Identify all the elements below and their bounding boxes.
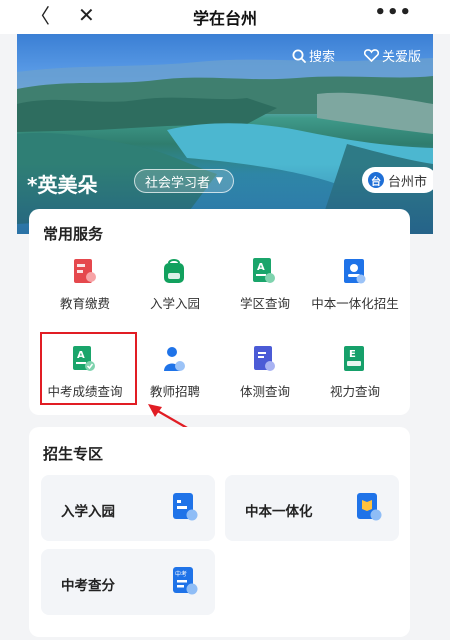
heart-icon xyxy=(363,49,379,62)
service-label: 学区查询 xyxy=(239,296,290,311)
id-card-icon xyxy=(344,259,366,284)
search-label: 搜索 xyxy=(308,50,335,65)
service-vision-query[interactable]: E 视力查询 xyxy=(309,345,401,411)
service-education-payment[interactable]: 教育缴费 xyxy=(39,257,131,323)
tile-zhongben[interactable]: 中本一体化 xyxy=(225,475,399,541)
care-mode-label: 关爱版 xyxy=(381,50,421,65)
zhongkao-score-icon: 中考 xyxy=(173,567,198,595)
city-selector[interactable]: 台 台州市 xyxy=(361,167,433,193)
common-services-title: 常用服务 xyxy=(43,225,104,243)
service-zhongben-enrollment[interactable]: 中本一体化招生 xyxy=(309,257,401,323)
search-button[interactable]: 搜索 xyxy=(292,46,335,65)
service-enrollment[interactable]: 入学入园 xyxy=(129,257,221,323)
teacher-icon xyxy=(164,347,185,371)
service-label: 视力查询 xyxy=(329,384,380,399)
enrollment-zone-title: 招生专区 xyxy=(43,445,104,463)
caret-down-icon: ▼ xyxy=(216,176,223,186)
search-icon xyxy=(292,49,306,63)
service-fitness-test-query[interactable]: 体测查询 xyxy=(219,345,311,411)
annotation-highlight-box xyxy=(40,332,137,405)
role-label: 社会学习者 xyxy=(145,175,211,191)
service-district-query[interactable]: A 学区查询 xyxy=(219,257,311,323)
city-label: 台州市 xyxy=(387,174,427,190)
tile-label: 中考查分 xyxy=(61,578,115,594)
tile-enrollment[interactable]: 入学入园 xyxy=(41,475,215,541)
svg-text:E: E xyxy=(349,349,356,360)
eye-chart-icon: E xyxy=(344,346,364,371)
enroll-doc-icon xyxy=(173,493,198,521)
service-label: 教育缴费 xyxy=(59,296,110,311)
svg-text:A: A xyxy=(257,262,265,273)
service-label: 入学入园 xyxy=(149,296,200,311)
service-label: 中本一体化招生 xyxy=(311,296,399,311)
role-selector[interactable]: 社会学习者 ▼ xyxy=(134,169,234,193)
service-label: 体测查询 xyxy=(239,384,290,399)
care-mode-button[interactable]: 关爱版 xyxy=(363,46,421,65)
enrollment-zone-card: 招生专区 入学入园 中本一体化 中考查分 中考 xyxy=(29,427,410,637)
fitness-test-icon xyxy=(254,346,275,371)
top-nav-bar: 〈 ✕ 学在台州 ••• xyxy=(0,0,450,34)
book-search-icon xyxy=(357,493,382,521)
schoolbag-icon xyxy=(164,259,184,283)
city-logo-icon: 台 xyxy=(367,172,384,188)
more-menu-icon[interactable]: ••• xyxy=(374,2,412,23)
tile-label: 中本一体化 xyxy=(245,504,313,520)
tile-zhongkao-score[interactable]: 中考查分 中考 xyxy=(41,549,215,615)
tile-label: 入学入园 xyxy=(61,504,115,520)
hero-banner: 搜索 关爱版 *英美朵 社会学习者 ▼ 台 台州市 xyxy=(17,34,433,234)
district-search-icon: A xyxy=(253,258,275,283)
user-name: *英美朵 xyxy=(27,173,98,197)
zhongkao-badge: 中考 xyxy=(175,570,187,578)
payment-icon xyxy=(74,259,96,283)
